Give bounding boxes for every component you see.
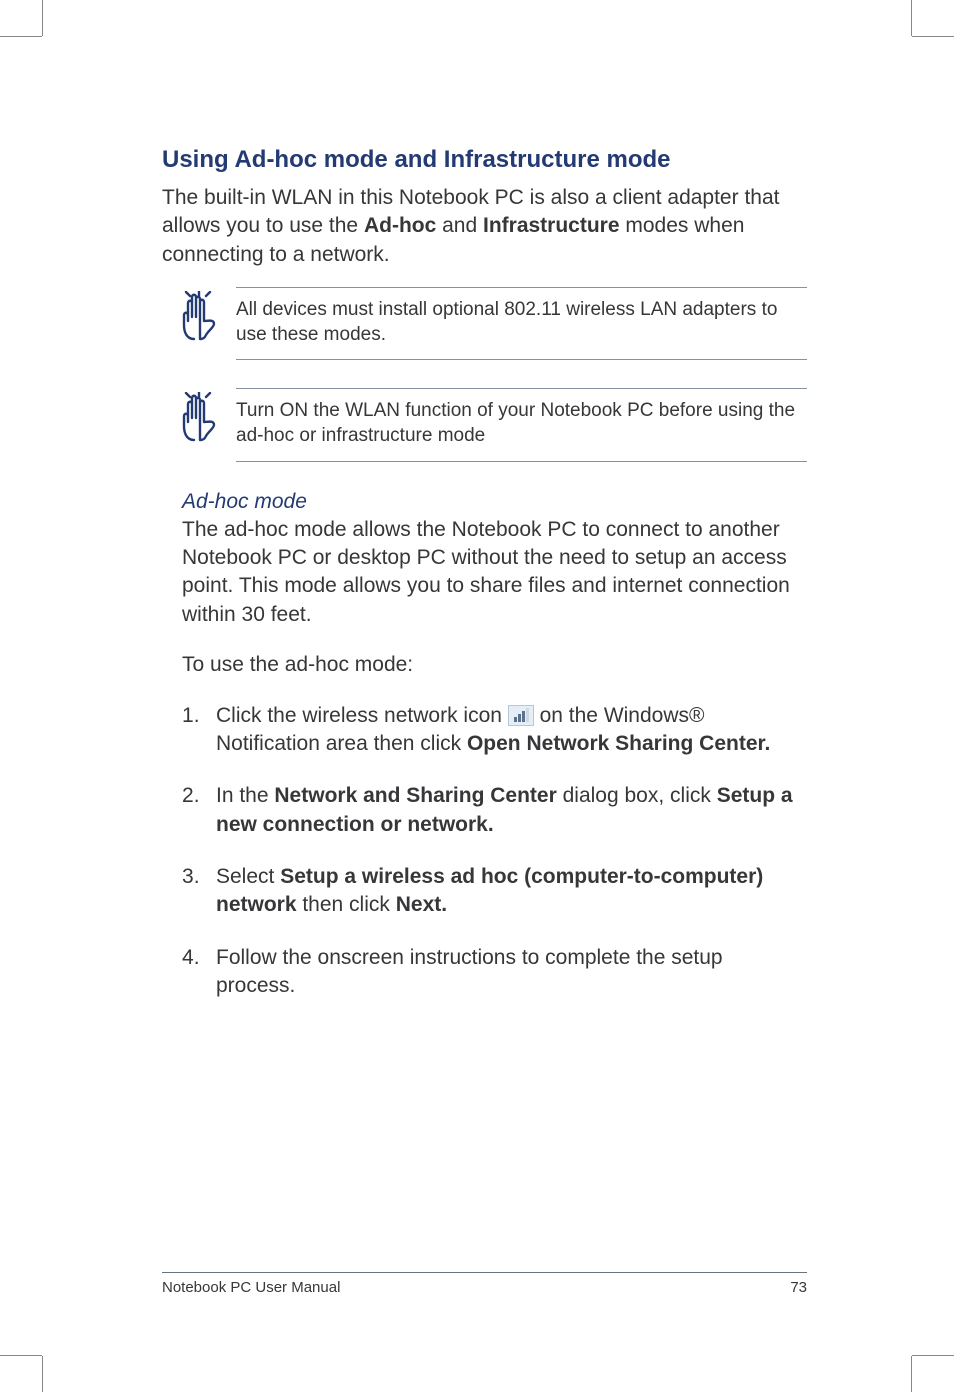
- bold-next: Next.: [396, 893, 447, 916]
- text: and: [436, 214, 483, 237]
- text: In the: [216, 784, 274, 807]
- text: then click: [297, 893, 396, 916]
- hand-icon: [176, 291, 222, 346]
- bold-adhoc: Ad-hoc: [364, 214, 436, 237]
- wireless-signal-icon: [508, 705, 534, 726]
- hand-icon: [176, 392, 222, 447]
- footer-title: Notebook PC User Manual: [162, 1279, 340, 1296]
- page-footer: Notebook PC User Manual 73: [162, 1272, 807, 1296]
- text: Click the wireless network icon: [216, 704, 508, 727]
- adhoc-subheading: Ad-hoc mode: [182, 490, 807, 514]
- section-title: Using Ad-hoc mode and Infrastructure mod…: [162, 146, 807, 174]
- bold-nsc: Network and Sharing Center: [274, 784, 556, 807]
- intro-paragraph: The built-in WLAN in this Notebook PC is…: [162, 184, 807, 269]
- text: dialog box, click: [557, 784, 717, 807]
- note-text-2: Turn ON the WLAN function of your Notebo…: [236, 388, 807, 461]
- step-1: Click the wireless network icon on the W…: [182, 702, 807, 759]
- note-block-2: Turn ON the WLAN function of your Notebo…: [176, 388, 807, 461]
- step-3: Select Setup a wireless ad hoc (computer…: [182, 863, 807, 920]
- steps-list: Click the wireless network icon on the W…: [182, 702, 807, 1001]
- step-4: Follow the onscreen instructions to comp…: [182, 944, 807, 1001]
- page-number: 73: [790, 1279, 807, 1296]
- adhoc-use-intro: To use the ad-hoc mode:: [182, 651, 807, 679]
- text: Select: [216, 865, 280, 888]
- bold-open-network: Open Network Sharing Center.: [467, 732, 770, 755]
- bold-infrastructure: Infrastructure: [483, 214, 620, 237]
- text: Follow the onscreen instructions to comp…: [216, 946, 723, 997]
- adhoc-body: The ad-hoc mode allows the Notebook PC t…: [182, 516, 807, 629]
- note-text-1: All devices must install optional 802.11…: [236, 287, 807, 360]
- page-content: Using Ad-hoc mode and Infrastructure mod…: [42, 36, 912, 1356]
- note-block-1: All devices must install optional 802.11…: [176, 287, 807, 360]
- step-2: In the Network and Sharing Center dialog…: [182, 782, 807, 839]
